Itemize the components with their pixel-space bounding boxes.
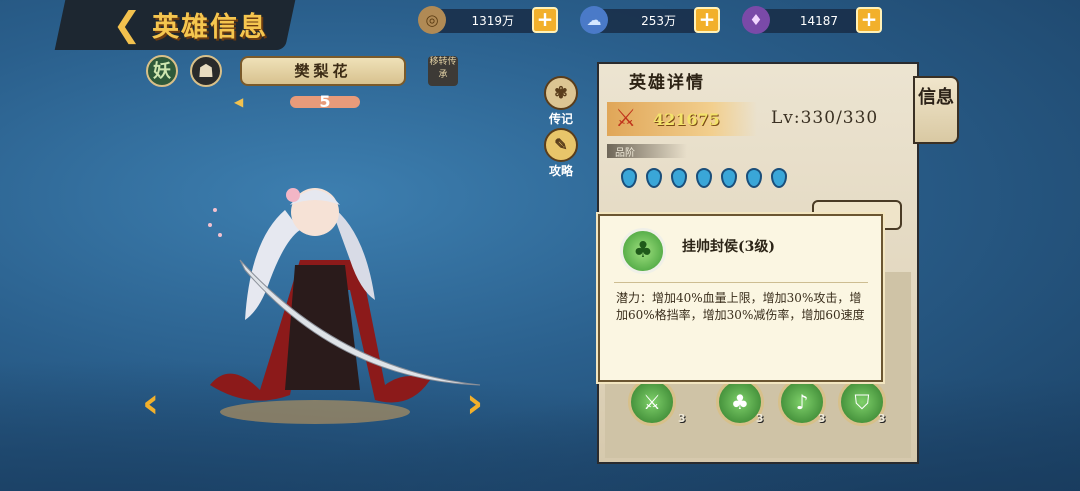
add-soul-button[interactable]: + bbox=[856, 7, 882, 33]
tooltip-divider bbox=[614, 282, 868, 283]
copper-coin-icon: ◎ bbox=[418, 6, 446, 34]
currency-spirit-value: 253万 bbox=[641, 14, 676, 28]
scroll-icon: ✎ bbox=[544, 128, 578, 162]
currency-copper-value: 1319万 bbox=[471, 14, 514, 28]
star-count: 5 bbox=[290, 91, 360, 113]
paw-scroll-icon: ✾ bbox=[544, 76, 578, 110]
biography-label: 传记 bbox=[548, 112, 573, 126]
back-arrow-icon[interactable]: ❮ bbox=[108, 8, 146, 42]
petal bbox=[218, 233, 222, 237]
skill-tooltip: ♣ 挂帅封侯(3级) 潜力：增加40%血量上限，增加30%攻击，增加60%格挡率… bbox=[598, 214, 883, 382]
grade-label: 品阶 bbox=[615, 148, 635, 159]
grade-gem-icon bbox=[621, 168, 637, 188]
skill-count: 3 bbox=[756, 412, 764, 425]
grade-gem-icon bbox=[696, 168, 712, 188]
blue-spirit-icon: ☁ bbox=[580, 6, 608, 34]
skill-count: 3 bbox=[878, 412, 886, 425]
strategy-label: 攻略 bbox=[548, 164, 573, 178]
character-shadow bbox=[220, 400, 410, 424]
hair-flower bbox=[286, 188, 300, 202]
star-left-triangle-icon: ◀ bbox=[234, 95, 244, 109]
next-hero-arrow-icon[interactable]: › bbox=[466, 378, 483, 427]
grade-gem-icon bbox=[746, 168, 762, 188]
skill-count: 3 bbox=[818, 412, 826, 425]
tooltip-description: 潜力：增加40%血量上限，增加30%攻击，增加60%格挡率，增加30%减伤率，增… bbox=[616, 291, 865, 322]
petal bbox=[208, 223, 212, 227]
grade-gem-icon bbox=[671, 168, 687, 188]
strategy-button[interactable]: ✎ 攻略 bbox=[543, 128, 579, 180]
sword-skill-icon[interactable]: ⚔ bbox=[628, 378, 676, 426]
grade-gem-icon bbox=[721, 168, 737, 188]
transfer-button[interactable]: 移转传承 bbox=[428, 56, 458, 86]
grade-gem-icon bbox=[646, 168, 662, 188]
currency-soul: ♦ 14187 + bbox=[742, 6, 882, 34]
class-helmet-icon: ☗ bbox=[190, 55, 222, 87]
grade-gem-icon bbox=[771, 168, 787, 188]
skill-count: 3 bbox=[678, 412, 686, 425]
tooltip-title: 挂帅封侯(3级) bbox=[682, 239, 775, 255]
power-value: 421675 bbox=[653, 110, 720, 129]
prev-hero-arrow-icon[interactable]: ‹ bbox=[142, 378, 159, 427]
biography-button[interactable]: ✾ 传记 bbox=[543, 76, 579, 128]
currency-soul-value: 14187 bbox=[799, 14, 838, 28]
currency-copper: ◎ 1319万 + bbox=[418, 6, 558, 34]
add-spirit-button[interactable]: + bbox=[694, 7, 720, 33]
petal bbox=[213, 208, 217, 212]
level-text: Lv:330/330 bbox=[771, 108, 879, 128]
currency-spirit: ☁ 253万 + bbox=[580, 6, 720, 34]
hero-character-art bbox=[208, 188, 481, 424]
transfer-label: 移转传承 bbox=[429, 57, 457, 80]
frog-skill-icon: ♣ bbox=[620, 228, 666, 274]
hero-name-plate: 樊梨花 bbox=[240, 56, 406, 86]
info-tab-label: 信息 bbox=[918, 87, 954, 108]
panel-title: 英雄详情 bbox=[629, 73, 705, 93]
purple-soul-icon: ♦ bbox=[742, 6, 770, 34]
add-copper-button[interactable]: + bbox=[532, 7, 558, 33]
faction-badge: 妖 bbox=[146, 55, 178, 87]
page-title: 英雄信息 bbox=[152, 12, 268, 43]
crossed-swords-icon: ⚔ bbox=[615, 104, 637, 132]
info-tab[interactable]: 信息 bbox=[913, 76, 959, 144]
